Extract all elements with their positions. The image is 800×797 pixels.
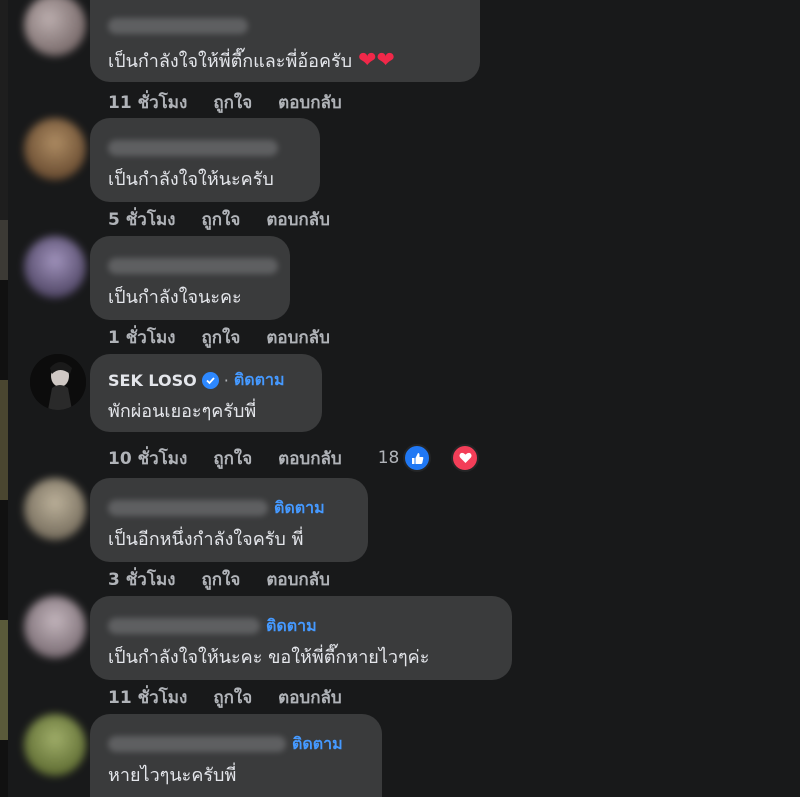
commenter-name-blurred bbox=[108, 18, 248, 34]
timestamp[interactable]: 11 ชั่วโมง bbox=[108, 89, 187, 116]
avatar[interactable] bbox=[24, 118, 86, 180]
avatar[interactable] bbox=[24, 596, 86, 658]
avatar[interactable] bbox=[30, 354, 86, 410]
comment-text: เป็นอีกหนึ่งกำลังใจครับ พี่ bbox=[108, 529, 304, 550]
timestamp[interactable]: 10 ชั่วโมง bbox=[108, 445, 187, 472]
avatar[interactable] bbox=[24, 236, 86, 298]
heart-icon: ❤ bbox=[376, 48, 395, 73]
love-icon bbox=[451, 444, 480, 472]
comment-bubble: ติดตาม เป็นกำลังใจให้นะคะ ขอให้พี่ตี๊กหา… bbox=[90, 596, 512, 680]
comment-bubble: เป็นกำลังใจนะคะ bbox=[90, 236, 290, 320]
avatar[interactable] bbox=[24, 714, 86, 776]
like-action[interactable]: ถูกใจ bbox=[201, 324, 240, 351]
heart-emoji-icons: ❤ ❤ bbox=[358, 50, 395, 72]
timestamp[interactable]: 1 ชั่วโมง bbox=[108, 324, 175, 351]
left-edge-strip bbox=[0, 0, 8, 797]
reply-action[interactable]: ตอบกลับ bbox=[278, 684, 342, 711]
heart-icon: ❤ bbox=[358, 48, 377, 73]
avatar[interactable] bbox=[24, 478, 86, 540]
commenter-name-blurred bbox=[108, 258, 278, 274]
commenter-name-row: ติดตาม bbox=[108, 732, 343, 756]
comment-actions: 11 ชั่วโมง ถูกใจ ตอบกลับ bbox=[108, 684, 368, 711]
commenter-name[interactable] bbox=[108, 136, 278, 160]
reaction-count: 18 bbox=[377, 448, 400, 468]
commenter-name-row: SEK LOSO · ติดตาม bbox=[108, 368, 285, 392]
commenter-name[interactable] bbox=[108, 254, 278, 278]
reply-action[interactable]: ตอบกลับ bbox=[266, 566, 330, 593]
reaction-summary[interactable]: 18 bbox=[378, 444, 506, 472]
comment-text: เป็นกำลังใจนะคะ bbox=[108, 287, 242, 308]
commenter-name[interactable]: SEK LOSO bbox=[108, 371, 197, 390]
follow-link[interactable]: ติดตาม bbox=[266, 614, 317, 639]
comment-text: เป็นกำลังใจให้นะครับ bbox=[108, 169, 274, 190]
comment-bubble: ติดตาม หายไวๆนะครับพี่ bbox=[90, 714, 382, 797]
like-action[interactable]: ถูกใจ bbox=[213, 445, 252, 472]
comment-bubble: SEK LOSO · ติดตาม พักผ่อนเยอะๆครับพี่ bbox=[90, 354, 322, 432]
commenter-name-row: ติดตาม bbox=[108, 614, 317, 638]
comment-actions: 1 ชั่วโมง ถูกใจ ตอบกลับ bbox=[108, 324, 356, 351]
comment-actions: 5 ชั่วโมง ถูกใจ ตอบกลับ bbox=[108, 206, 356, 233]
like-action[interactable]: ถูกใจ bbox=[201, 566, 240, 593]
comment-bubble: เป็นกำลังใจให้นะครับ bbox=[90, 118, 320, 202]
commenter-name-blurred[interactable] bbox=[108, 618, 260, 634]
reply-action[interactable]: ตอบกลับ bbox=[278, 445, 342, 472]
like-action[interactable]: ถูกใจ bbox=[201, 206, 240, 233]
commenter-name-blurred[interactable] bbox=[108, 500, 268, 516]
comment-text: พักผ่อนเยอะๆครับพี่ bbox=[108, 401, 257, 422]
profile-photo-icon bbox=[30, 354, 86, 410]
comment-text: หายไวๆนะครับพี่ bbox=[108, 765, 237, 786]
commenter-name-blurred bbox=[108, 140, 278, 156]
comment-text: เป็นกำลังใจให้พี่ตี๊กและพี่อ้อครับ ❤ ❤ bbox=[108, 46, 395, 75]
comment-bubble: เป็นกำลังใจให้พี่ตี๊กและพี่อ้อครับ ❤ ❤ bbox=[90, 0, 480, 82]
commenter-name-row: ติดตาม bbox=[108, 496, 325, 520]
comment-actions: 3 ชั่วโมง ถูกใจ ตอบกลับ bbox=[108, 566, 356, 593]
commenter-name-blurred[interactable] bbox=[108, 736, 286, 752]
timestamp[interactable]: 11 ชั่วโมง bbox=[108, 684, 187, 711]
reply-action[interactable]: ตอบกลับ bbox=[266, 206, 330, 233]
reply-action[interactable]: ตอบกลับ bbox=[266, 324, 330, 351]
timestamp[interactable]: 5 ชั่วโมง bbox=[108, 206, 175, 233]
comment-actions: 10 ชั่วโมง ถูกใจ ตอบกลับ 18 bbox=[108, 444, 505, 472]
follow-link[interactable]: ติดตาม bbox=[274, 496, 325, 521]
timestamp[interactable]: 3 ชั่วโมง bbox=[108, 566, 175, 593]
comment-text: เป็นกำลังใจให้นะคะ ขอให้พี่ตี๊กหายไวๆค่ะ bbox=[108, 647, 430, 668]
like-action[interactable]: ถูกใจ bbox=[213, 89, 252, 116]
like-action[interactable]: ถูกใจ bbox=[213, 684, 252, 711]
like-icon bbox=[403, 444, 432, 472]
avatar[interactable] bbox=[24, 0, 86, 56]
reply-action[interactable]: ตอบกลับ bbox=[278, 89, 342, 116]
comment-text-body: เป็นกำลังใจให้พี่ตี๊กและพี่อ้อครับ bbox=[108, 51, 353, 72]
follow-link[interactable]: ติดตาม bbox=[292, 732, 343, 757]
commenter-name[interactable] bbox=[108, 14, 248, 38]
comment-bubble: ติดตาม เป็นอีกหนึ่งกำลังใจครับ พี่ bbox=[90, 478, 368, 562]
separator-dot: · bbox=[223, 370, 229, 390]
follow-link[interactable]: ติดตาม bbox=[234, 368, 285, 393]
comment-actions: 11 ชั่วโมง ถูกใจ ตอบกลับ bbox=[108, 89, 368, 116]
verified-badge-icon bbox=[201, 371, 219, 389]
